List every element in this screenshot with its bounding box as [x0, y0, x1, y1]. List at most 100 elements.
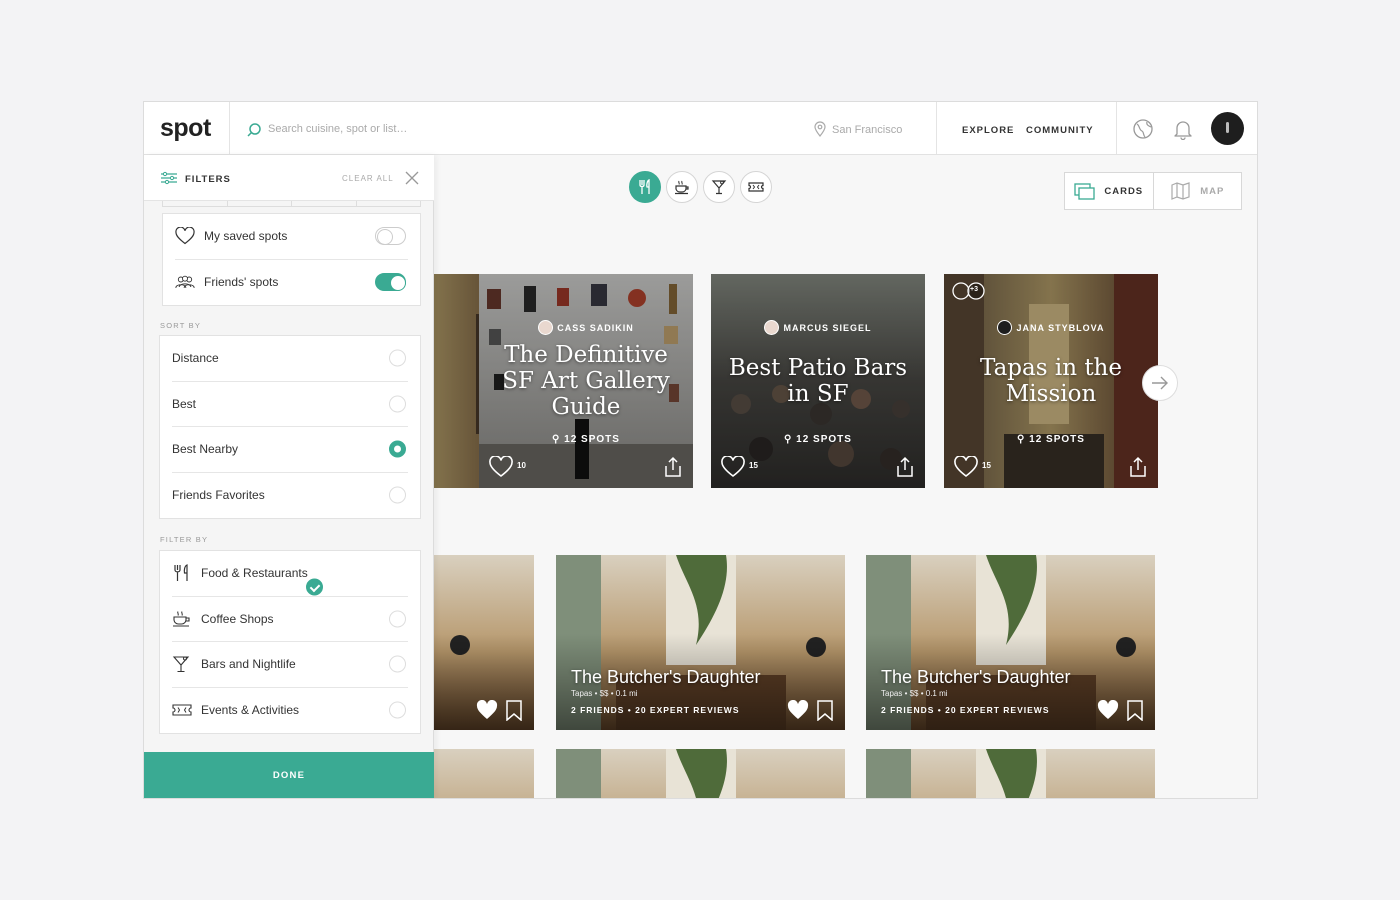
spot-card[interactable]: The Butcher's Daughter Tapas • $$ • 0.1 …: [866, 555, 1155, 730]
spot-card-image: [556, 749, 845, 798]
location-selector[interactable]: San Francisco: [832, 124, 902, 136]
ticket-icon: [748, 182, 764, 192]
list-author[interactable]: CASS SADIKIN: [479, 320, 693, 335]
location-pin-icon: [814, 121, 826, 137]
sort-option-distance[interactable]: Distance: [172, 336, 408, 382]
fork-knife-icon: [174, 564, 188, 582]
filter-check[interactable]: [389, 655, 406, 673]
filter-panel-header: FILTERS CLEAR ALL: [144, 155, 434, 201]
list-title: Tapas in the Mission: [980, 355, 1122, 407]
sort-option-best-nearby[interactable]: Best Nearby: [172, 427, 408, 473]
spots-count-text: 12 SPOTS: [564, 434, 620, 445]
spot-card[interactable]: [866, 749, 1155, 798]
toggle-label: Friends' spots: [204, 275, 279, 290]
list-title: Best Patio Bars in SF: [728, 355, 908, 407]
spot-logo[interactable]: spot: [160, 114, 211, 143]
share-icon[interactable]: [1128, 456, 1148, 478]
pin-icon: ⚲: [1017, 434, 1030, 445]
heart-icon[interactable]: [476, 700, 498, 720]
category-events-button[interactable]: [740, 171, 772, 203]
heart-icon[interactable]: [721, 456, 745, 478]
filter-check[interactable]: [389, 701, 406, 719]
sort-radio[interactable]: [389, 395, 406, 413]
cards-view-button[interactable]: CARDS: [1065, 173, 1153, 209]
spot-title: The Butcher's Daughter: [881, 667, 1071, 687]
friends-badge-count: +3: [970, 286, 978, 293]
sort-option-best[interactable]: Best: [172, 382, 408, 427]
category-food-button[interactable]: [629, 171, 661, 203]
sliders-icon: [161, 171, 177, 185]
category-bars-button[interactable]: [703, 171, 735, 203]
filter-events-activities[interactable]: Events & Activities: [172, 688, 408, 734]
sort-option-label: Best: [172, 396, 197, 411]
filter-food-restaurants[interactable]: Food & Restaurants: [172, 551, 408, 597]
friends-spots-toggle[interactable]: [375, 273, 406, 292]
search-icon: [247, 123, 261, 137]
sort-radio[interactable]: [389, 349, 406, 367]
filter-option-label: Events & Activities: [201, 703, 300, 718]
filter-check[interactable]: [389, 610, 406, 628]
my-saved-spots-toggle[interactable]: [375, 227, 406, 246]
nav-community[interactable]: COMMUNITY: [1026, 125, 1094, 136]
spot-meta: Tapas • $$ • 0.1 mi: [571, 689, 638, 698]
heart-icon[interactable]: [954, 456, 978, 478]
sort-radio-selected[interactable]: [389, 440, 406, 458]
carousel-next-button[interactable]: [1142, 365, 1178, 401]
likes-count: 10: [517, 461, 526, 470]
arrow-right-icon: [1152, 376, 1168, 390]
spot-card[interactable]: The Butcher's Daughter Tapas • $$ • 0.1 …: [556, 555, 845, 730]
my-saved-spots-row[interactable]: My saved spots: [175, 214, 408, 260]
bookmark-icon[interactable]: [506, 700, 522, 721]
list-title: The Definitive SF Art Gallery Guide: [502, 342, 670, 420]
heart-icon[interactable]: [787, 700, 809, 720]
list-card[interactable]: CASS SADIKIN The Definitive SF Art Galle…: [479, 274, 693, 488]
filter-option-label: Coffee Shops: [201, 611, 274, 626]
bookmark-icon[interactable]: [1127, 700, 1143, 721]
share-icon[interactable]: [663, 456, 683, 478]
close-icon[interactable]: [405, 171, 419, 185]
likes-count: 15: [982, 461, 991, 470]
filter-coffee-shops[interactable]: Coffee Shops: [172, 597, 408, 642]
done-button[interactable]: DONE: [144, 752, 434, 798]
spot-card[interactable]: [556, 749, 845, 798]
app-window: spot San Francisco EXPLORE COMMUNITY CAR…: [143, 101, 1258, 799]
author-avatar: [997, 320, 1013, 335]
nav-explore[interactable]: EXPLORE: [962, 125, 1014, 136]
list-author[interactable]: JANA STYBLOVA: [944, 320, 1158, 335]
pin-icon: ⚲: [552, 434, 565, 445]
clear-all-button[interactable]: CLEAR ALL: [342, 174, 394, 183]
list-author[interactable]: MARCUS SIEGEL: [711, 320, 925, 335]
bookmark-icon[interactable]: [817, 700, 833, 721]
search-input[interactable]: [268, 119, 568, 139]
top-nav-bar: spot San Francisco EXPLORE COMMUNITY: [144, 102, 1257, 155]
list-card[interactable]: +3 JANA STYBLOVA Tapas in the Mission ⚲ …: [944, 274, 1158, 488]
coffee-cup-icon: [173, 610, 190, 627]
sort-radio[interactable]: [389, 486, 406, 504]
category-coffee-button[interactable]: [666, 171, 698, 203]
user-avatar[interactable]: [1211, 112, 1244, 145]
sort-option-label: Best Nearby: [172, 442, 239, 457]
friends-badge[interactable]: +3: [952, 282, 986, 300]
likes-count: 15: [749, 461, 758, 470]
header-divider: [936, 102, 937, 154]
heart-icon[interactable]: [1097, 700, 1119, 720]
filter-tab[interactable]: [292, 201, 357, 206]
filter-options-group: Food & Restaurants Coffee Shops Bars and…: [159, 550, 421, 734]
filter-tab[interactable]: [163, 201, 228, 206]
list-author-name: MARCUS SIEGEL: [783, 322, 872, 333]
filter-tab[interactable]: [357, 201, 421, 206]
heart-icon[interactable]: [489, 456, 513, 478]
friends-spots-row[interactable]: Friends' spots: [175, 260, 408, 306]
globe-icon[interactable]: [1132, 118, 1154, 140]
spot-reviews: 2 FRIENDS • 20 EXPERT REVIEWS: [571, 705, 740, 715]
spot-card-image: [866, 749, 1155, 798]
bell-icon[interactable]: [1172, 118, 1194, 140]
filter-check-selected[interactable]: [305, 578, 323, 596]
filter-tab[interactable]: [228, 201, 292, 206]
filter-bars-nightlife[interactable]: Bars and Nightlife: [172, 642, 408, 688]
share-icon[interactable]: [895, 456, 915, 478]
map-view-button[interactable]: MAP: [1152, 173, 1242, 209]
sort-option-label: Friends Favorites: [172, 488, 265, 503]
sort-option-friends-favorites[interactable]: Friends Favorites: [172, 473, 408, 519]
list-card[interactable]: MARCUS SIEGEL Best Patio Bars in SF ⚲ 12…: [711, 274, 925, 488]
